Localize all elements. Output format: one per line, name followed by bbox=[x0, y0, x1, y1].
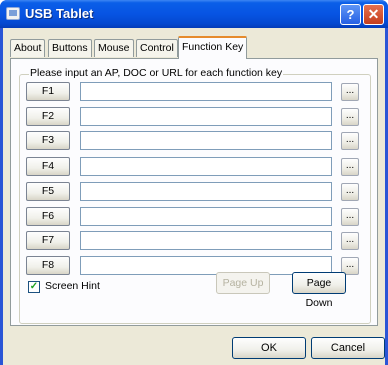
cancel-button[interactable]: Cancel bbox=[311, 337, 385, 359]
screen-hint-checkbox[interactable]: ✓ bbox=[28, 281, 40, 293]
f1-button[interactable]: F1 bbox=[26, 82, 70, 101]
f5-browse-button[interactable]: ... bbox=[341, 183, 359, 201]
f7-button[interactable]: F7 bbox=[26, 231, 70, 250]
title-bar[interactable]: USB Tablet ? ✕ bbox=[0, 0, 388, 28]
page-down-button[interactable]: Page Down bbox=[292, 272, 346, 309]
close-button[interactable]: ✕ bbox=[363, 4, 384, 25]
function-key-row-f7: F7 ... bbox=[11, 231, 359, 253]
help-button[interactable]: ? bbox=[340, 4, 361, 25]
function-key-row-f2: F2 ... bbox=[11, 107, 359, 129]
window-title: USB Tablet bbox=[25, 6, 94, 21]
f6-browse-button[interactable]: ... bbox=[341, 208, 359, 226]
f4-path-input[interactable] bbox=[80, 157, 332, 176]
function-key-row-f5: F5 ... bbox=[11, 182, 359, 204]
f5-button[interactable]: F5 bbox=[26, 182, 70, 201]
f2-button[interactable]: F2 bbox=[26, 107, 70, 126]
tab-function-key[interactable]: Function Key bbox=[178, 36, 248, 59]
function-key-row-f1: F1 ... bbox=[11, 82, 359, 104]
f7-browse-button[interactable]: ... bbox=[341, 232, 359, 250]
tab-mouse[interactable]: Mouse bbox=[94, 39, 134, 57]
f1-path-input[interactable] bbox=[80, 82, 332, 101]
function-key-row-f6: F6 ... bbox=[11, 207, 359, 229]
f2-browse-button[interactable]: ... bbox=[341, 108, 359, 126]
f2-path-input[interactable] bbox=[80, 107, 332, 126]
function-key-row-f4: F4 ... bbox=[11, 157, 359, 179]
function-key-row-f3: F3 ... bbox=[11, 131, 359, 153]
tab-buttons[interactable]: Buttons bbox=[48, 39, 92, 57]
tab-control[interactable]: Control bbox=[136, 39, 178, 57]
f4-browse-button[interactable]: ... bbox=[341, 158, 359, 176]
function-key-group-label: Please input an AP, DOC or URL for each … bbox=[29, 67, 284, 79]
ok-button[interactable]: OK bbox=[232, 337, 306, 359]
page-up-button[interactable]: Page Up bbox=[216, 272, 270, 294]
f4-button[interactable]: F4 bbox=[26, 157, 70, 176]
f3-path-input[interactable] bbox=[80, 131, 332, 150]
f5-path-input[interactable] bbox=[80, 182, 332, 201]
dialog-client-area: About Buttons Mouse Control Function Key… bbox=[3, 28, 385, 365]
app-window-icon bbox=[6, 7, 20, 20]
screen-hint-label[interactable]: Screen Hint bbox=[45, 280, 100, 292]
f3-button[interactable]: F3 bbox=[26, 131, 70, 150]
f6-button[interactable]: F6 bbox=[26, 207, 70, 226]
tab-about[interactable]: About bbox=[10, 39, 46, 57]
f6-path-input[interactable] bbox=[80, 207, 332, 226]
f8-button[interactable]: F8 bbox=[26, 256, 70, 275]
usb-tablet-window: USB Tablet ? ✕ About Buttons Mouse Contr… bbox=[0, 0, 388, 365]
f1-browse-button[interactable]: ... bbox=[341, 83, 359, 101]
f7-path-input[interactable] bbox=[80, 231, 332, 250]
f3-browse-button[interactable]: ... bbox=[341, 132, 359, 150]
